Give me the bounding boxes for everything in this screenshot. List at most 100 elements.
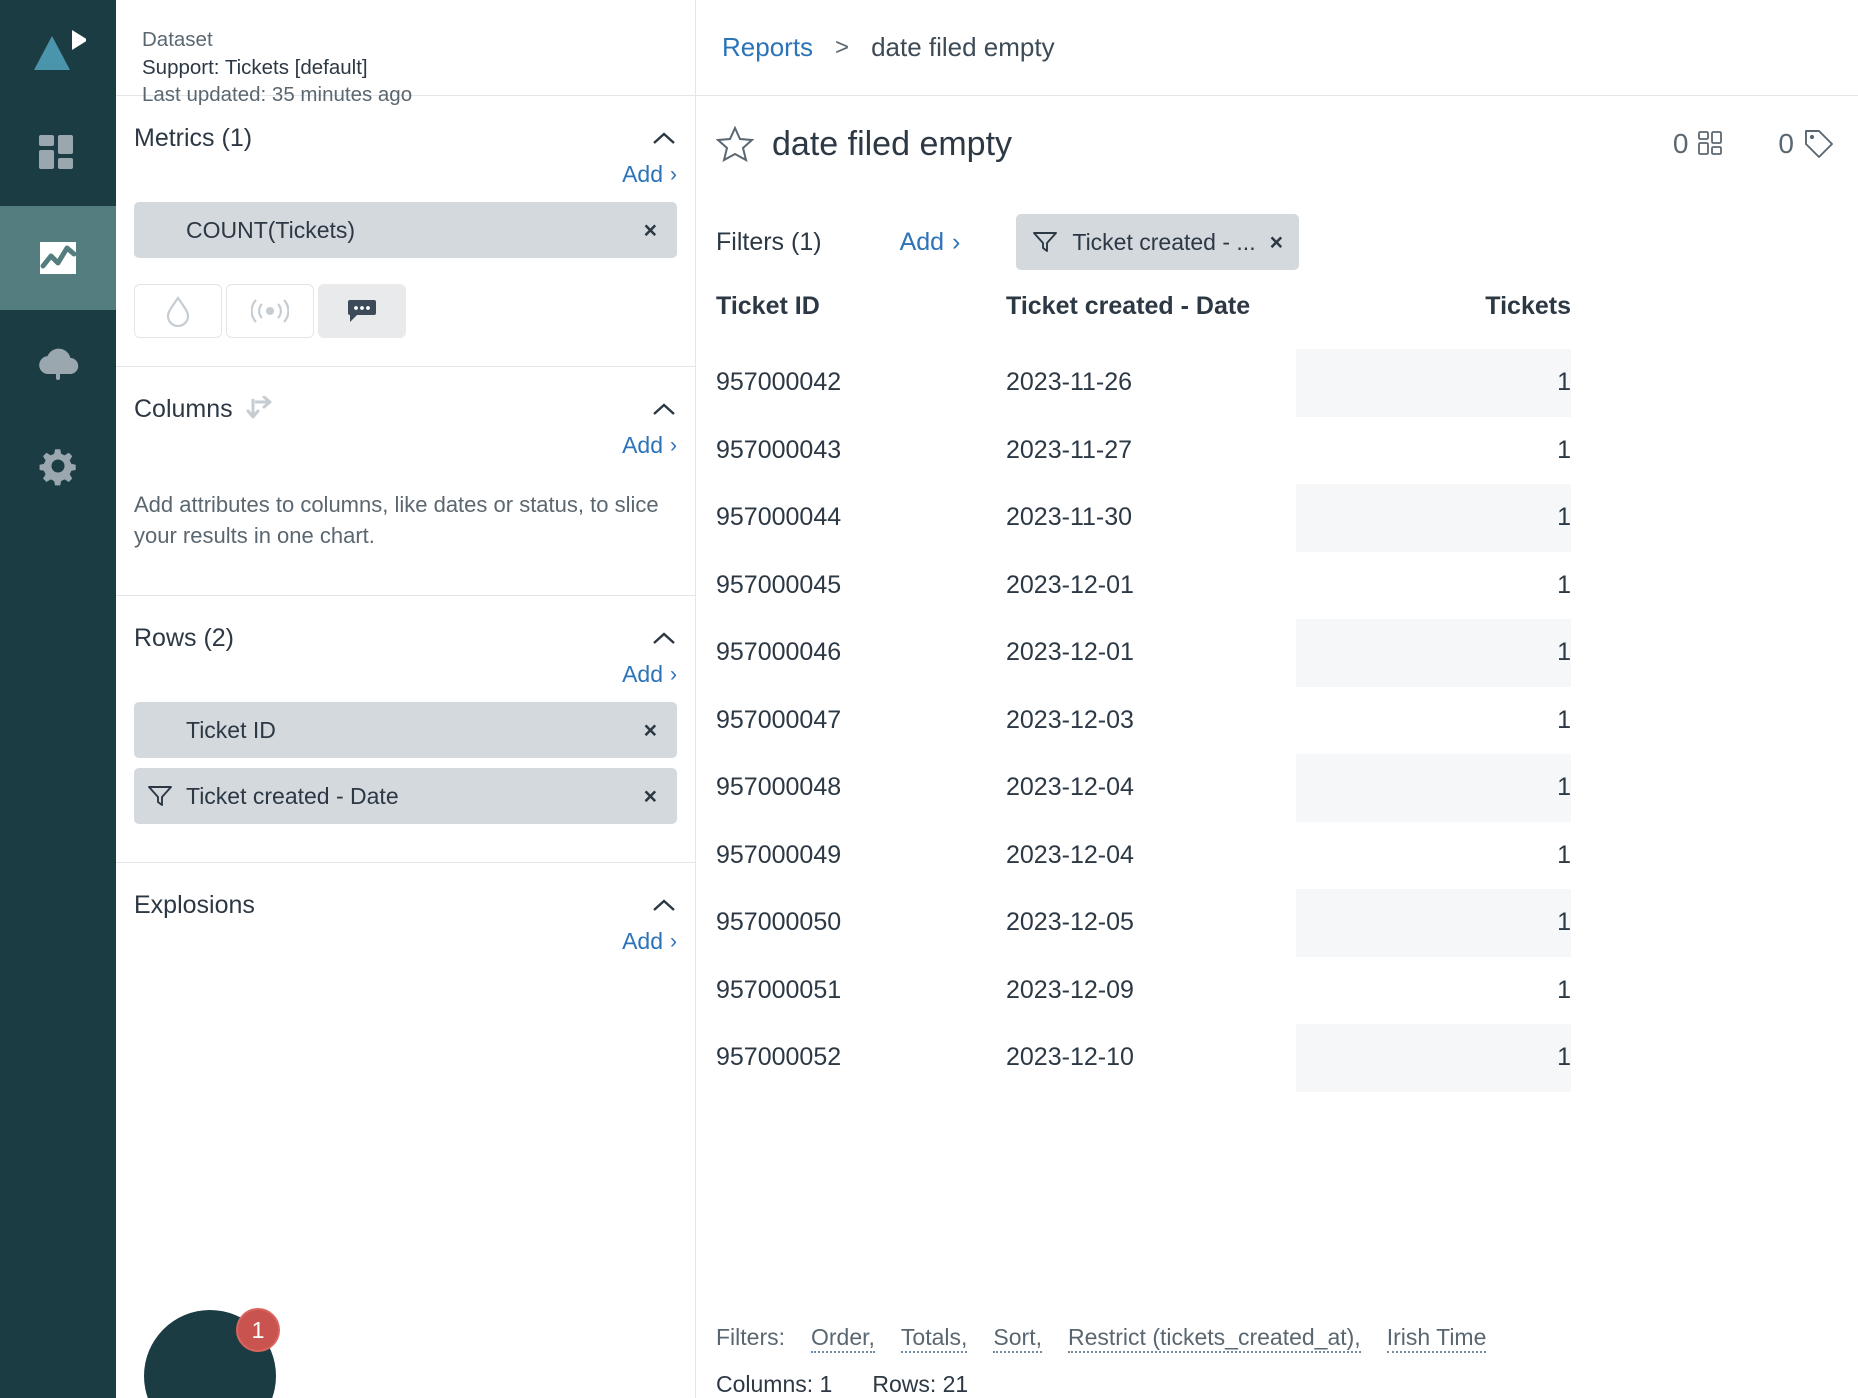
footer-link-order[interactable]: Order, <box>811 1324 875 1353</box>
table-row: 957000052 2023-12-10 1 <box>716 1024 1858 1092</box>
footer-rows-count: Rows: 21 <box>872 1371 969 1397</box>
cell-created-date: 2023-12-05 <box>1006 908 1134 937</box>
explosions-add-label: Add <box>622 928 663 955</box>
columns-transpose-arrow-icon-button[interactable] <box>245 395 275 424</box>
viz-button-comment[interactable] <box>318 284 406 338</box>
metrics-add-caret-icon: › <box>670 162 677 186</box>
column-header-ticket-id[interactable]: Ticket ID <box>716 292 1006 349</box>
row-pill-remove-button[interactable]: × <box>640 717 661 744</box>
breadcrumb: Reports > date filed empty <box>696 0 1858 96</box>
sidebar-item-reports[interactable] <box>0 206 116 310</box>
filters-add-button[interactable]: Add › <box>900 228 961 257</box>
cell-tickets-count: 1 <box>1557 975 1571 1004</box>
column-header-tickets[interactable]: Tickets <box>1296 292 1571 349</box>
sidebar-item-uploads[interactable] <box>0 310 116 414</box>
cell-ticket-id: 957000045 <box>716 570 842 599</box>
row-pill-label: Ticket created - Date <box>186 782 399 809</box>
metrics-collapse-chevron-up-icon[interactable] <box>651 126 677 152</box>
rows-collapse-chevron-up-icon[interactable] <box>651 626 677 652</box>
filter-chip-ticket-created[interactable]: Ticket created - ... × <box>1016 214 1300 270</box>
row-pill-filter-funnel-icon-wrap <box>134 784 186 808</box>
help-badge-count: 1 <box>236 1308 280 1352</box>
chart-line-icon <box>40 242 77 274</box>
cell-tickets-count: 1 <box>1557 570 1571 599</box>
breadcrumb-current: date filed empty <box>871 32 1055 62</box>
cell-spacer <box>1571 349 1858 417</box>
footer-link-timezone[interactable]: Irish Time <box>1386 1324 1487 1353</box>
dashboard-grid-icon <box>1698 131 1723 155</box>
report-counters: 0 0 <box>1673 128 1834 160</box>
cell-created-date: 2023-12-04 <box>1006 840 1134 869</box>
footer-link-totals[interactable]: Totals, <box>900 1324 968 1353</box>
row-pill-ticket-created-date[interactable]: Ticket created - Date × <box>134 768 677 825</box>
row-pill-remove-button[interactable]: × <box>640 783 661 810</box>
cloud-upload-icon <box>39 348 79 380</box>
footer-filters-line: Filters: Order, Totals, Sort, Restrict (… <box>716 1324 1858 1353</box>
filter-chip-remove-button[interactable]: × <box>1270 229 1283 256</box>
explosions-section: Explosions Add › <box>116 863 695 959</box>
chevron-up-icon <box>653 632 675 645</box>
filters-label: Filters (1) <box>716 227 822 256</box>
cell-tickets-count: 1 <box>1557 840 1571 869</box>
favorite-star-button[interactable] <box>716 125 754 163</box>
cell-created-date: 2023-12-04 <box>1006 773 1134 802</box>
explosions-add-button[interactable]: Add › <box>622 928 677 955</box>
report-title-bar: date filed empty 0 0 <box>696 96 1858 192</box>
explosions-add-caret-icon: › <box>670 929 677 953</box>
row-pill-ticket-id[interactable]: Ticket ID × <box>134 702 677 759</box>
metric-pill-count-tickets[interactable]: COUNT(Tickets) × <box>134 202 677 258</box>
footer-counts: Columns: 1 Rows: 21 <box>716 1371 1858 1398</box>
footer-link-sort[interactable]: Sort, <box>993 1324 1042 1353</box>
columns-section: Columns Add › Add attributes to columns,… <box>116 367 695 597</box>
metrics-add-button[interactable]: Add › <box>622 161 677 188</box>
table-row: 957000042 2023-11-26 1 <box>716 349 1858 417</box>
footer-link-restrict[interactable]: Restrict (tickets_created_at), <box>1067 1324 1361 1353</box>
metrics-section: Metrics (1) Add › COUNT(Tickets) × <box>116 96 695 367</box>
metric-viz-toggle-group <box>134 258 677 366</box>
cell-ticket-id: 957000051 <box>716 975 842 1004</box>
dashboards-count[interactable]: 0 <box>1673 128 1725 160</box>
cell-ticket-id: 957000047 <box>716 705 842 734</box>
table-row: 957000047 2023-12-03 1 <box>716 687 1858 755</box>
columns-title: Columns <box>134 395 233 423</box>
viz-button-droplet[interactable] <box>134 284 222 338</box>
sidebar-item-dashboards[interactable] <box>0 102 116 206</box>
signal-icon <box>251 299 289 323</box>
dataset-name: Support: Tickets [default] <box>142 55 368 79</box>
cell-ticket-id: 957000043 <box>716 435 842 464</box>
metric-pill-remove-button[interactable]: × <box>640 217 661 244</box>
cell-spacer <box>1571 889 1858 957</box>
cell-tickets-count: 1 <box>1557 705 1571 734</box>
play-triangle-logo-icon <box>34 30 86 70</box>
cell-tickets-count: 1 <box>1557 435 1571 464</box>
column-header-created-date[interactable]: Ticket created - Date <box>1006 292 1296 349</box>
tags-count-value: 0 <box>1778 128 1794 159</box>
columns-add-button[interactable]: Add › <box>622 432 677 459</box>
cell-created-date: 2023-12-09 <box>1006 975 1134 1004</box>
report-main: Reports > date filed empty date filed em… <box>696 0 1858 1398</box>
report-table: Ticket ID Ticket created - Date Tickets … <box>716 292 1858 1092</box>
rows-add-button[interactable]: Add › <box>622 661 677 688</box>
cell-ticket-id: 957000048 <box>716 773 842 802</box>
chevron-up-icon <box>653 132 675 144</box>
tags-count[interactable]: 0 <box>1778 128 1834 160</box>
columns-collapse-chevron-up-icon[interactable] <box>651 397 677 423</box>
app-logo[interactable] <box>0 0 116 102</box>
report-table-wrap: Ticket ID Ticket created - Date Tickets … <box>696 292 1858 1298</box>
primary-nav-rail <box>0 0 116 1398</box>
cell-created-date: 2023-12-03 <box>1006 705 1134 734</box>
gear-icon <box>39 449 76 486</box>
table-row: 957000043 2023-11-27 1 <box>716 417 1858 485</box>
sidebar-item-settings[interactable] <box>0 414 116 518</box>
viz-button-signal[interactable] <box>226 284 314 338</box>
table-row: 957000050 2023-12-05 1 <box>716 889 1858 957</box>
metric-pill-label: COUNT(Tickets) <box>186 216 356 243</box>
row-pill-label: Ticket ID <box>186 716 276 743</box>
cell-ticket-id: 957000046 <box>716 638 842 667</box>
comment-icon <box>348 300 376 322</box>
cell-ticket-id: 957000052 <box>716 1043 842 1072</box>
breadcrumb-root-link[interactable]: Reports <box>722 32 813 63</box>
dashboards-count-value: 0 <box>1672 128 1689 159</box>
explosions-collapse-chevron-up-icon[interactable] <box>651 893 677 919</box>
table-body: 957000042 2023-11-26 1 957000043 2023-11-27 1… <box>716 349 1858 1092</box>
